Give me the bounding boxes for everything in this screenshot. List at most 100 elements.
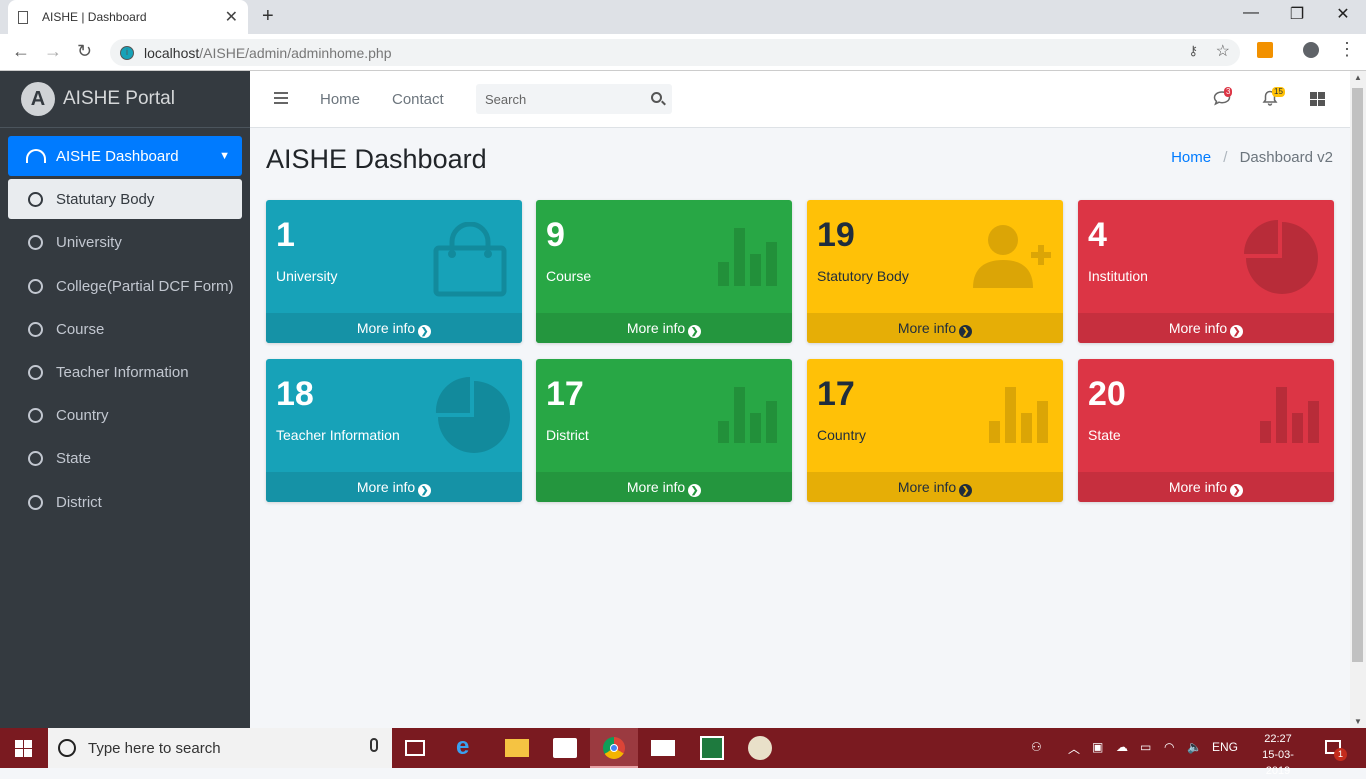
browser-tab[interactable]: AISHE | Dashboard ✕ [8,0,248,34]
page-icon [18,10,28,24]
sidebar-item-label: University [56,233,122,251]
arrow-circle-right-icon: ❯ [418,484,432,497]
apps-grid-icon[interactable] [1310,92,1325,106]
windows-start-icon[interactable] [15,740,32,757]
onedrive-icon[interactable]: ☁ [1116,740,1128,754]
profile-icon[interactable] [1303,42,1319,58]
circle-icon [28,234,43,250]
sidebar-item-dashboard[interactable]: AISHE Dashboard ▼ [8,136,242,176]
sidebar-item-university[interactable]: University [8,222,242,262]
stat-label: University [276,268,338,284]
more-info-link[interactable]: More info ❯ [807,472,1063,502]
browser-tab-strip: AISHE | Dashboard ✕ + — ❐ ✕ [0,0,1366,34]
pie-chart-icon [1244,220,1318,294]
wifi-icon[interactable]: ◠ [1164,740,1174,754]
bookmark-star-icon[interactable]: ☆ [1216,41,1230,61]
breadcrumb-home-link[interactable]: Home [1171,149,1211,166]
file-explorer-icon[interactable] [505,739,529,757]
hamburger-menu-icon[interactable] [274,92,288,104]
messages-badge: 3 [1224,87,1233,97]
forward-icon[interactable]: → [44,41,62,62]
arrow-circle-right-icon: ❯ [688,484,702,497]
bar-chart-icon [989,387,1048,443]
messages-icon[interactable]: 3 [1213,87,1233,106]
sidebar-item-label: Course [56,320,105,338]
pie-chart-icon [435,376,510,453]
sidebar-item-label: District [56,493,102,511]
stat-box-country: 17 Country More info ❯ [807,359,1063,502]
notifications-bell-icon[interactable]: 15 [1262,87,1285,106]
scroll-up-icon[interactable]: ▲ [1354,73,1362,82]
stat-label: Teacher Information [276,427,400,443]
more-info-link[interactable]: More info ❯ [1078,313,1334,343]
store-icon[interactable] [553,738,577,758]
sidebar-item-course[interactable]: Course [8,309,242,349]
task-view-icon[interactable] [405,740,425,756]
arrow-circle-right-icon: ❯ [959,325,973,338]
scrollbar-thumb[interactable] [1352,88,1363,662]
taskbar-search-placeholder: Type here to search [88,739,221,757]
more-info-label: More info [626,320,686,336]
tab-title: AISHE | Dashboard [42,10,147,24]
brand[interactable]: A AISHE Portal [0,71,250,128]
mail-icon[interactable] [651,740,675,756]
window-close-icon[interactable]: ✕ [1320,4,1366,24]
sidebar-item-college[interactable]: College(Partial DCF Form) [8,266,242,306]
extension-icon[interactable] [1257,42,1273,58]
url-path: /AISHE/admin/adminhome.php [199,44,392,61]
search-input[interactable]: Search [476,84,672,114]
site-info-icon[interactable]: i [120,45,134,60]
more-info-link[interactable]: More info ❯ [1078,472,1334,502]
sidebar-item-district[interactable]: District [8,482,242,522]
sidebar-item-teacher-information[interactable]: Teacher Information [8,352,242,392]
stat-box-statutory-body: 19 Statutory Body More info ❯ [807,200,1063,343]
microphone-icon[interactable] [370,738,378,752]
stat-value: 20 [1088,375,1126,413]
browser-menu-icon[interactable]: ⋮ [1338,39,1356,60]
new-tab-icon[interactable]: + [262,5,274,28]
search-icon[interactable] [651,92,662,103]
battery-icon[interactable]: ▭ [1140,740,1151,754]
close-tab-icon[interactable]: ✕ [225,7,238,27]
circle-icon [28,407,43,423]
edge-browser-icon[interactable]: e [456,733,480,760]
input-language[interactable]: ENG [1212,740,1238,754]
people-icon[interactable]: ⚇ [1031,740,1042,754]
antivirus-icon[interactable]: ▣ [1092,740,1103,754]
sidebar-item-statutary-body[interactable]: Statutary Body [8,179,242,219]
more-info-link[interactable]: More info ❯ [536,472,792,502]
volume-icon[interactable]: 🔈 [1187,740,1202,754]
more-info-link[interactable]: More info ❯ [807,313,1063,343]
cortana-icon [58,739,76,757]
taskbar-search-input[interactable]: Type here to search [48,728,392,768]
notifications-badge: 15 [1272,87,1285,97]
minimize-icon[interactable]: — [1228,4,1274,22]
reload-icon[interactable]: ↻ [77,41,92,62]
more-info-link[interactable]: More info ❯ [266,472,522,502]
bar-chart-icon [718,387,777,443]
spreadsheet-app-icon[interactable] [700,736,724,760]
taskbar-clock[interactable]: 22:27 15-03-2019 [1252,731,1304,779]
sidebar-item-country[interactable]: Country [8,395,242,435]
taskbar-chrome-active[interactable] [590,728,638,768]
key-icon[interactable]: ⚷ [1188,43,1198,59]
arrow-circle-right-icon: ❯ [418,325,432,338]
top-navbar: Home Contact Search 3 15 [250,71,1350,128]
more-info-link[interactable]: More info ❯ [536,313,792,343]
tray-expand-icon[interactable]: ︿ [1068,740,1080,757]
restore-icon[interactable]: ❐ [1274,4,1320,24]
nav-contact-link[interactable]: Contact [392,91,444,108]
stat-box-district: 17 District More info ❯ [536,359,792,502]
shopping-bag-icon [433,222,507,297]
stat-value: 18 [276,375,314,413]
scroll-down-icon[interactable]: ▼ [1354,717,1362,726]
sidebar-item-state[interactable]: State [8,438,242,478]
url-field[interactable]: i localhost/AISHE/admin/adminhome.php ⚷ … [110,39,1240,66]
vertical-scrollbar[interactable]: ▲ ▼ [1350,71,1366,728]
back-icon[interactable]: ← [12,41,30,62]
paint-app-icon[interactable] [748,736,772,760]
nav-home-link[interactable]: Home [320,91,360,108]
more-info-label: More info [1168,320,1228,336]
user-plus-icon [973,225,1051,288]
more-info-link[interactable]: More info ❯ [266,313,522,343]
